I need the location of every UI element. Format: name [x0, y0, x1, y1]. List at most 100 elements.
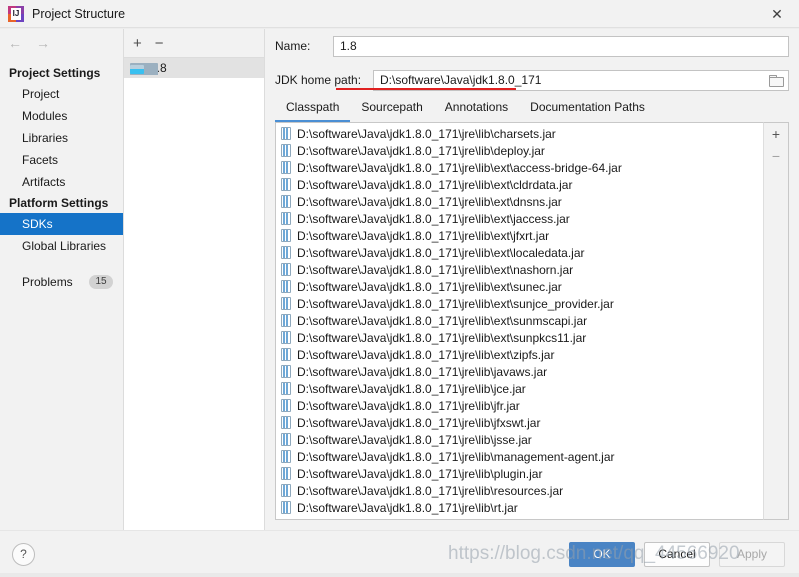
sidebar-item-project[interactable]: Project: [0, 83, 123, 105]
classpath-row-label: D:\software\Java\jdk1.8.0_171\jre\lib\ma…: [297, 449, 615, 464]
classpath-row-label: D:\software\Java\jdk1.8.0_171\jre\lib\js…: [297, 432, 532, 447]
jar-file-icon: [281, 127, 291, 140]
jar-file-icon: [281, 501, 291, 514]
sidebar-item-problems[interactable]: Problems 15: [0, 271, 123, 293]
tab-sourcepath[interactable]: Sourcepath: [350, 97, 433, 122]
jar-file-icon: [281, 416, 291, 429]
jar-file-icon: [281, 365, 291, 378]
classpath-row[interactable]: D:\software\Java\jdk1.8.0_171\jre\lib\de…: [276, 142, 763, 159]
ok-button[interactable]: OK: [569, 541, 635, 567]
project-structure-dialog: IJ Project Structure ✕ ← → Project Setti…: [0, 0, 799, 577]
sidebar-item-sdks[interactable]: SDKs: [0, 213, 123, 235]
classpath-row[interactable]: D:\software\Java\jdk1.8.0_171\jre\lib\re…: [276, 482, 763, 499]
jar-file-icon: [281, 229, 291, 242]
classpath-row[interactable]: D:\software\Java\jdk1.8.0_171\jre\lib\ex…: [276, 346, 763, 363]
classpath-row[interactable]: D:\software\Java\jdk1.8.0_171\jre\lib\jf…: [276, 397, 763, 414]
classpath-row-label: D:\software\Java\jdk1.8.0_171\jre\lib\ex…: [297, 211, 570, 226]
classpath-list[interactable]: D:\software\Java\jdk1.8.0_171\jre\lib\ch…: [275, 122, 763, 520]
classpath-row-label: D:\software\Java\jdk1.8.0_171\jre\lib\ex…: [297, 279, 562, 294]
sidebar-item-facets[interactable]: Facets: [0, 149, 123, 171]
classpath-row[interactable]: D:\software\Java\jdk1.8.0_171\jre\lib\pl…: [276, 465, 763, 482]
classpath-row[interactable]: D:\software\Java\jdk1.8.0_171\jre\lib\ex…: [276, 278, 763, 295]
jdk-home-path-label: JDK home path:: [275, 73, 362, 87]
jar-file-icon: [281, 331, 291, 344]
classpath-row[interactable]: D:\software\Java\jdk1.8.0_171\jre\lib\ex…: [276, 227, 763, 244]
tab-documentation-paths[interactable]: Documentation Paths: [519, 97, 656, 122]
classpath-row[interactable]: D:\software\Java\jdk1.8.0_171\jre\lib\ex…: [276, 261, 763, 278]
classpath-row-label: D:\software\Java\jdk1.8.0_171\jre\lib\ex…: [297, 228, 550, 243]
sidebar-group-project-settings: Project Settings: [9, 66, 101, 80]
remove-sdk-button[interactable]: −: [155, 36, 164, 51]
classpath-row-label: D:\software\Java\jdk1.8.0_171\jre\lib\ex…: [297, 177, 573, 192]
apply-button[interactable]: Apply: [719, 541, 785, 567]
jar-file-icon: [281, 433, 291, 446]
classpath-row-label: D:\software\Java\jdk1.8.0_171\jre\lib\re…: [297, 483, 564, 498]
jar-file-icon: [281, 212, 291, 225]
jdk-home-path-row: JDK home path: D:\software\Java\jdk1.8.0…: [265, 63, 799, 97]
classpath-row-label: D:\software\Java\jdk1.8.0_171\jre\lib\ex…: [297, 313, 588, 328]
classpath-row-label: D:\software\Java\jdk1.8.0_171\jre\lib\jf…: [297, 398, 520, 413]
sdk-list-panel: + − 1.8: [124, 29, 265, 530]
forward-arrow-icon[interactable]: →: [36, 36, 50, 50]
classpath-side-toolbar: + −: [763, 122, 789, 520]
classpath-row[interactable]: D:\software\Java\jdk1.8.0_171\jre\lib\ex…: [276, 312, 763, 329]
nav-arrows: ← →: [0, 29, 123, 57]
sidebar-item-libraries[interactable]: Libraries: [0, 127, 123, 149]
classpath-row[interactable]: D:\software\Java\jdk1.8.0_171\jre\lib\ma…: [276, 448, 763, 465]
dialog-body: ← → Project Settings Project Modules Lib…: [0, 28, 799, 530]
classpath-row[interactable]: D:\software\Java\jdk1.8.0_171\jre\lib\ex…: [276, 329, 763, 346]
jar-file-icon: [281, 246, 291, 259]
help-button[interactable]: ?: [12, 542, 35, 566]
sdk-list-item[interactable]: 1.8: [124, 58, 264, 78]
classpath-row[interactable]: D:\software\Java\jdk1.8.0_171\jre\lib\rt…: [276, 499, 763, 516]
intellij-idea-icon: IJ: [8, 5, 24, 22]
jar-file-icon: [281, 484, 291, 497]
jar-file-icon: [281, 348, 291, 361]
classpath-row-label: D:\software\Java\jdk1.8.0_171\jre\lib\ja…: [297, 364, 548, 379]
name-row: Name: 1.8: [265, 29, 799, 63]
problems-count-badge: 15: [89, 275, 113, 289]
classpath-row[interactable]: D:\software\Java\jdk1.8.0_171\jre\lib\ch…: [276, 125, 763, 142]
tab-classpath[interactable]: Classpath: [275, 97, 351, 122]
close-icon[interactable]: ✕: [755, 0, 799, 27]
sidebar-item-artifacts[interactable]: Artifacts: [0, 171, 123, 193]
classpath-row-label: D:\software\Java\jdk1.8.0_171\jre\lib\ex…: [297, 262, 574, 277]
back-arrow-icon[interactable]: ←: [8, 36, 22, 50]
classpath-row-label: D:\software\Java\jdk1.8.0_171\jre\lib\ex…: [297, 347, 555, 362]
tab-annotations[interactable]: Annotations: [434, 97, 519, 122]
classpath-row[interactable]: D:\software\Java\jdk1.8.0_171\jre\lib\ex…: [276, 193, 763, 210]
classpath-row-label: D:\software\Java\jdk1.8.0_171\jre\lib\ex…: [297, 160, 622, 175]
window-title: Project Structure: [32, 6, 126, 21]
classpath-row-label: D:\software\Java\jdk1.8.0_171\jre\lib\ex…: [297, 194, 562, 209]
settings-sidebar: ← → Project Settings Project Modules Lib…: [0, 29, 124, 530]
classpath-row[interactable]: D:\software\Java\jdk1.8.0_171\jre\lib\ex…: [276, 210, 763, 227]
classpath-row-label: D:\software\Java\jdk1.8.0_171\jre\lib\jf…: [297, 415, 541, 430]
sidebar-item-modules[interactable]: Modules: [0, 105, 123, 127]
sdk-detail-panel: Name: 1.8 JDK home path: D:\software\Jav…: [265, 29, 799, 530]
classpath-row[interactable]: D:\software\Java\jdk1.8.0_171\jre\lib\ex…: [276, 159, 763, 176]
jar-file-icon: [281, 280, 291, 293]
sidebar-item-global-libraries[interactable]: Global Libraries: [0, 235, 123, 257]
classpath-row[interactable]: D:\software\Java\jdk1.8.0_171\jre\lib\ex…: [276, 295, 763, 312]
sdk-name-input[interactable]: 1.8: [333, 35, 789, 57]
cancel-button[interactable]: Cancel: [644, 541, 710, 567]
classpath-row[interactable]: D:\software\Java\jdk1.8.0_171\jre\lib\ja…: [276, 363, 763, 380]
folder-browse-icon[interactable]: [769, 75, 784, 87]
classpath-row[interactable]: D:\software\Java\jdk1.8.0_171\jre\lib\jf…: [276, 414, 763, 431]
classpath-row-label: D:\software\Java\jdk1.8.0_171\jre\lib\pl…: [297, 466, 543, 481]
jar-file-icon: [281, 195, 291, 208]
classpath-row[interactable]: D:\software\Java\jdk1.8.0_171\jre\lib\ex…: [276, 244, 763, 261]
jar-file-icon: [281, 382, 291, 395]
classpath-row-label: D:\software\Java\jdk1.8.0_171\jre\lib\jc…: [297, 381, 526, 396]
sidebar-item-problems-label: Problems: [22, 275, 73, 289]
add-classpath-button[interactable]: +: [772, 127, 780, 141]
jar-file-icon: [281, 450, 291, 463]
classpath-row[interactable]: D:\software\Java\jdk1.8.0_171\jre\lib\js…: [276, 431, 763, 448]
add-sdk-button[interactable]: +: [133, 36, 142, 51]
remove-classpath-button[interactable]: −: [772, 149, 780, 163]
jar-file-icon: [281, 144, 291, 157]
jar-file-icon: [281, 178, 291, 191]
sdk-items: 1.8: [124, 58, 264, 530]
classpath-row[interactable]: D:\software\Java\jdk1.8.0_171\jre\lib\ex…: [276, 176, 763, 193]
classpath-row[interactable]: D:\software\Java\jdk1.8.0_171\jre\lib\jc…: [276, 380, 763, 397]
